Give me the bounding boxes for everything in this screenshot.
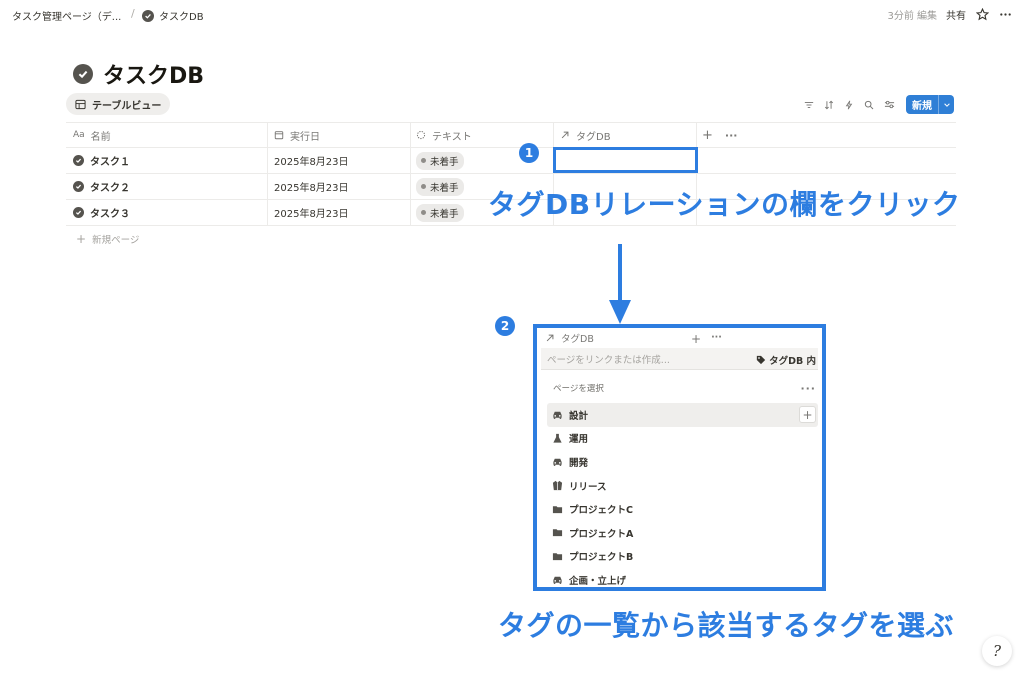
status-badge: 未着手 [416, 203, 464, 222]
status-label: 未着手 [430, 208, 459, 220]
step-1-caption: タグDBリレーションの欄をクリック [488, 188, 961, 221]
status-label: 未着手 [430, 182, 459, 194]
column-header-label: タグDB [576, 131, 611, 143]
status-icon [416, 130, 426, 140]
column-header-relation[interactable]: タグDB [560, 123, 611, 147]
status-badge: 未着手 [416, 177, 464, 196]
new-button[interactable]: 新規 [906, 95, 954, 114]
cell-date[interactable]: 2025年8月23日 [274, 174, 349, 199]
help-icon[interactable]: ? [982, 636, 1012, 666]
chevron-down-icon[interactable] [938, 95, 954, 114]
cell-name[interactable]: タスク１ [73, 148, 130, 173]
column-header-label: 名前 [90, 131, 111, 143]
new-page-label: 新規ページ [92, 235, 140, 246]
breadcrumb-current[interactable]: タスクDB [142, 8, 204, 23]
arrow-down-icon [609, 244, 631, 324]
table-icon [75, 99, 86, 109]
cell-status[interactable]: 未着手 [416, 174, 464, 199]
breadcrumb-parent[interactable]: タスク管理ページ（デ... [12, 8, 121, 23]
check-circle-icon [73, 181, 84, 192]
tab-table-view[interactable]: テーブルビュー [66, 93, 171, 115]
date-value: 2025年8月23日 [274, 209, 349, 220]
relation-arrow-icon [561, 131, 569, 139]
task-name: タスク２ [90, 183, 130, 194]
column-header-status[interactable]: テキスト [416, 123, 472, 147]
filter-icon[interactable] [802, 98, 816, 112]
status-dot [421, 158, 426, 163]
search-icon[interactable] [862, 98, 876, 112]
table-header-row: Aa 名前 実行日 テキスト タグDB + ··· [66, 122, 956, 148]
check-circle-icon[interactable] [73, 64, 93, 84]
column-divider [267, 200, 268, 225]
page-title-text[interactable]: タスクDB [103, 58, 204, 90]
breadcrumb-parent-label: タスク管理ページ（デ... [12, 12, 122, 23]
more-icon[interactable] [998, 8, 1012, 22]
column-divider [553, 123, 554, 147]
column-header-label: 実行日 [290, 131, 320, 143]
status-label: 未着手 [430, 156, 459, 168]
cell-date[interactable]: 2025年8月23日 [274, 200, 349, 225]
breadcrumb-separator: / [131, 7, 135, 20]
task-name: タスク１ [90, 157, 130, 168]
status-dot [421, 210, 426, 215]
calendar-icon [274, 131, 284, 140]
tab-table-view-label: テーブルビュー [92, 100, 162, 112]
check-circle-icon [73, 207, 84, 218]
date-value: 2025年8月23日 [274, 157, 349, 168]
step-2-highlight [533, 324, 826, 591]
top-bar: タスク管理ページ（デ... / タスクDB 3分前 編集 共有 [0, 0, 1024, 28]
column-divider [410, 123, 411, 147]
breadcrumb-current-label: タスクDB [159, 12, 204, 23]
task-name: タスク３ [90, 209, 130, 220]
share-button[interactable]: 共有 [946, 7, 966, 22]
column-header-actions: + ··· [702, 123, 737, 147]
top-right-actions: 3分前 編集 共有 [887, 7, 1012, 22]
plus-icon: + [76, 232, 87, 246]
new-page-button[interactable]: + 新規ページ [66, 226, 956, 252]
cell-name[interactable]: タスク３ [73, 200, 130, 225]
cell-name[interactable]: タスク２ [73, 174, 130, 199]
text-type-icon: Aa [73, 130, 85, 140]
new-button-label: 新規 [912, 101, 932, 112]
column-divider [410, 200, 411, 225]
table-row[interactable]: タスク１ 2025年8月23日 未着手 [66, 148, 956, 174]
automation-bolt-icon[interactable] [842, 98, 856, 112]
step-1-badge: 1 [519, 143, 539, 163]
date-value: 2025年8月23日 [274, 183, 349, 194]
star-icon[interactable] [975, 8, 989, 22]
column-header-name[interactable]: Aa 名前 [73, 123, 111, 147]
column-divider [410, 148, 411, 173]
step-2-caption: タグの一覧から該当するタグを選ぶ [498, 609, 955, 642]
step-2-badge: 2 [495, 316, 515, 336]
check-circle-icon [73, 155, 84, 166]
db-toolbar: 新規 [802, 95, 954, 114]
settings-sliders-icon[interactable] [882, 98, 896, 112]
cell-status[interactable]: 未着手 [416, 148, 464, 173]
step-1-highlight [553, 147, 698, 173]
cell-status[interactable]: 未着手 [416, 200, 464, 225]
column-divider [267, 148, 268, 173]
column-divider [696, 123, 697, 147]
check-circle-icon [142, 9, 154, 22]
add-column-button[interactable]: + [702, 128, 713, 143]
column-header-label: テキスト [432, 131, 472, 143]
column-divider [410, 174, 411, 199]
column-divider [267, 174, 268, 199]
edited-timestamp: 3分前 編集 [887, 11, 937, 22]
column-header-date[interactable]: 実行日 [274, 123, 320, 147]
page-title: タスクDB [73, 58, 204, 90]
sort-icon[interactable] [822, 98, 836, 112]
more-columns-button[interactable]: ··· [725, 129, 738, 142]
cell-date[interactable]: 2025年8月23日 [274, 148, 349, 173]
column-divider [267, 123, 268, 147]
status-badge: 未着手 [416, 151, 464, 170]
status-dot [421, 184, 426, 189]
